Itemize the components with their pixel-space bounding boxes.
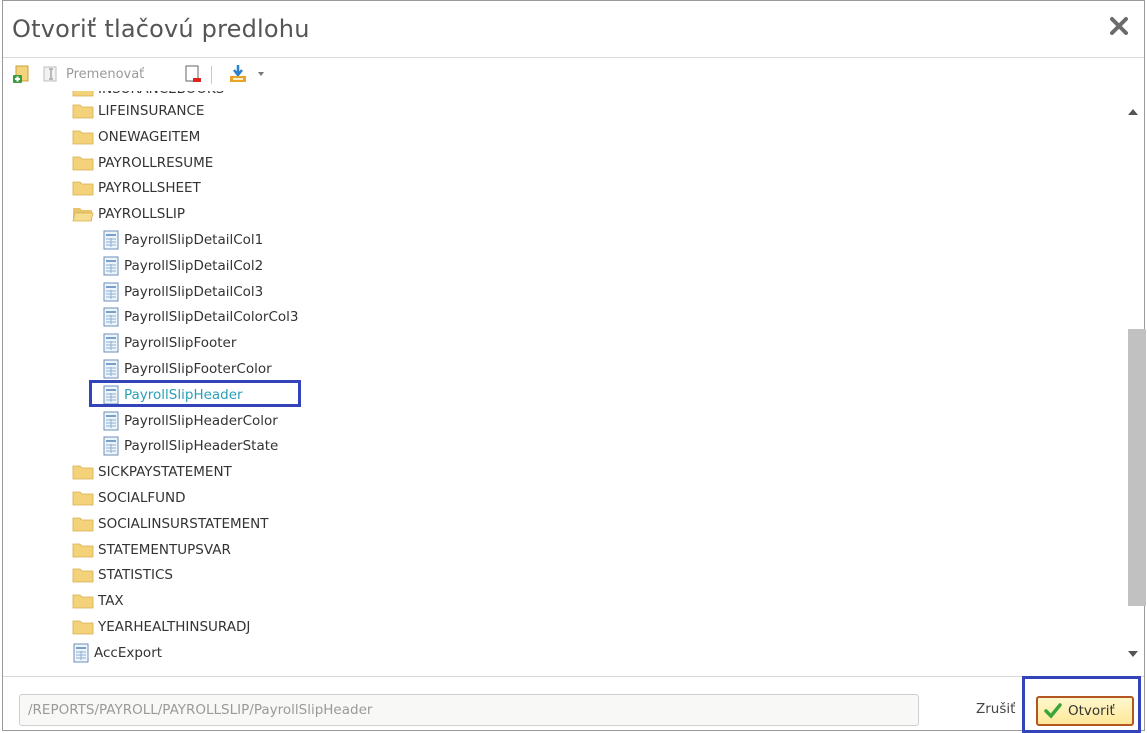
close-icon[interactable] (1108, 15, 1130, 37)
folder-icon (72, 181, 94, 196)
selected-path-field[interactable]: /REPORTS/PAYROLL/PAYROLLSLIP/PayrollSlip… (19, 694, 919, 726)
document-icon (103, 282, 119, 302)
folder-icon (72, 130, 94, 145)
tree-file-item[interactable]: PayrollSlipHeaderColor (102, 409, 278, 433)
tree-file-item[interactable]: PayrollSlipFooterColor (102, 357, 272, 381)
rename-icon (43, 66, 57, 82)
add-template-button[interactable] (12, 63, 32, 85)
tree-folder-item[interactable]: STATEMENTUPSVAR (72, 538, 231, 562)
tree-item-label: SOCIALFUND (98, 490, 186, 506)
document-icon (103, 359, 119, 379)
selected-item-highlight-frame (89, 379, 301, 407)
scroll-up-arrow-icon[interactable] (1128, 109, 1138, 115)
tree-item-label: PayrollSlipDetailColorCol3 (124, 309, 299, 326)
tree-item-label: STATISTICS (98, 567, 173, 584)
tree-file-item[interactable]: PayrollSlipDetailColorCol3 (102, 305, 299, 329)
tree-item-label: PayrollSlipDetailCol3 (124, 283, 264, 300)
folder-icon (72, 465, 94, 480)
chevron-down-icon (258, 72, 264, 76)
toolbar: Premenovať (3, 59, 1144, 89)
tree-folder-item[interactable]: PAYROLLRESUME (72, 151, 213, 175)
tree-folder-item[interactable]: SOCIALFUND (72, 486, 186, 510)
document-icon (103, 256, 119, 276)
import-icon (230, 65, 246, 82)
tree-item-label: AccExport (94, 644, 163, 661)
rename-label: Premenovať (66, 66, 145, 82)
tree-item-label: PayrollSlipDetailCol1 (124, 232, 264, 248)
rename-button[interactable]: Premenovať (42, 63, 144, 85)
tree-folder-item[interactable]: PAYROLLSHEET (72, 176, 201, 200)
folder-icon (72, 491, 94, 506)
folder-icon (72, 543, 94, 557)
folder-icon (72, 594, 94, 609)
open-button[interactable]: Otvoriť (1036, 696, 1134, 726)
tree-folder-item[interactable]: LIFEINSURANCE (72, 99, 204, 123)
tree-folder-item[interactable]: YEARHEALTHINSURADJ (72, 615, 250, 639)
tree-item-label: PayrollSlipFooterColor (124, 361, 272, 377)
tree-item-label: ONEWAGEITEM (98, 128, 201, 145)
tree-item-label: STATEMENTUPSVAR (98, 541, 231, 558)
scroll-down-arrow-icon[interactable] (1128, 651, 1138, 657)
tree-item-label: LIFEINSURANCE (98, 103, 205, 119)
tree-item-label: INSURANCEBOOKS (98, 91, 224, 97)
tree-folder-item[interactable]: TAX (72, 589, 124, 613)
import-dropdown-button[interactable] (228, 63, 266, 85)
tree-item-label: PayrollSlipHeaderState (124, 438, 279, 455)
tree-file-item[interactable]: PayrollSlipHeaderState (102, 434, 278, 458)
add-document-icon (13, 65, 29, 83)
document-icon (73, 643, 89, 663)
tree-file-item[interactable]: PayrollSlipDetailCol1 (102, 228, 263, 252)
folder-icon (72, 568, 94, 583)
tree-item-label: YEARHEALTHINSURADJ (98, 619, 251, 635)
tree-file-item[interactable]: PayrollSlipDetailCol2 (102, 254, 263, 278)
document-icon (103, 411, 119, 431)
dialog-titlebar: Otvoriť tlačovú predlohu (3, 1, 1144, 58)
folder-icon (72, 620, 94, 635)
scrollbar-thumb[interactable] (1128, 329, 1146, 606)
tree-item-label: SOCIALINSURSTATEMENT (98, 515, 269, 532)
tree-item-label: PAYROLLSLIP (98, 206, 185, 223)
tree-item-label: PAYROLLSHEET (98, 180, 201, 197)
document-icon (103, 436, 119, 456)
tree-folder-item[interactable]: SICKPAYSTATEMENT (72, 460, 232, 484)
document-icon (103, 307, 119, 327)
tree-folder-item[interactable]: PAYROLLSLIP (72, 202, 185, 226)
template-tree[interactable]: INSURANCEBOOKS LIFEINSURANCE ONEWAGEITEM PA… (3, 91, 1119, 675)
tree-item-label: PayrollSlipHeaderColor (124, 412, 278, 429)
open-print-template-dialog: Otvoriť tlačovú predlohu Premenovať LIFE… (2, 0, 1146, 733)
toolbar-separator (211, 66, 212, 84)
tree-item-label: TAX (98, 593, 124, 610)
open-button-label: Otvoriť (1068, 703, 1115, 719)
tree-folder-item[interactable]: SOCIALINSURSTATEMENT (72, 512, 269, 536)
document-icon (103, 333, 119, 353)
tree-file-item[interactable]: AccExport (72, 641, 162, 665)
folder-open-icon (72, 208, 94, 222)
folder-icon (72, 91, 94, 97)
tree-item-label: PAYROLLRESUME (98, 154, 214, 171)
delete-template-button[interactable] (183, 63, 203, 85)
folder-icon (72, 156, 94, 170)
tree-item-label: SICKPAYSTATEMENT (98, 464, 232, 481)
cancel-button[interactable]: Zrušiť (976, 701, 1015, 717)
dialog-footer: /REPORTS/PAYROLL/PAYROLLSLIP/PayrollSlip… (3, 676, 1144, 733)
tree-file-item[interactable]: PayrollSlipFooter (102, 331, 236, 355)
tree-scrollbar[interactable] (1120, 91, 1146, 675)
folder-icon (72, 104, 94, 119)
tree-item-label: PayrollSlipFooter (124, 335, 237, 352)
tree-folder-item[interactable]: STATISTICS (72, 563, 173, 587)
tree-folder-item[interactable]: ONEWAGEITEM (72, 125, 200, 149)
checkmark-icon (1044, 703, 1062, 719)
delete-document-icon (185, 65, 201, 82)
tree-file-item[interactable]: PayrollSlipDetailCol3 (102, 280, 263, 304)
folder-icon (72, 517, 94, 532)
document-icon (103, 230, 119, 250)
tree-item-label: PayrollSlipDetailCol2 (124, 257, 264, 274)
dialog-title: Otvoriť tlačovú predlohu (12, 15, 310, 43)
